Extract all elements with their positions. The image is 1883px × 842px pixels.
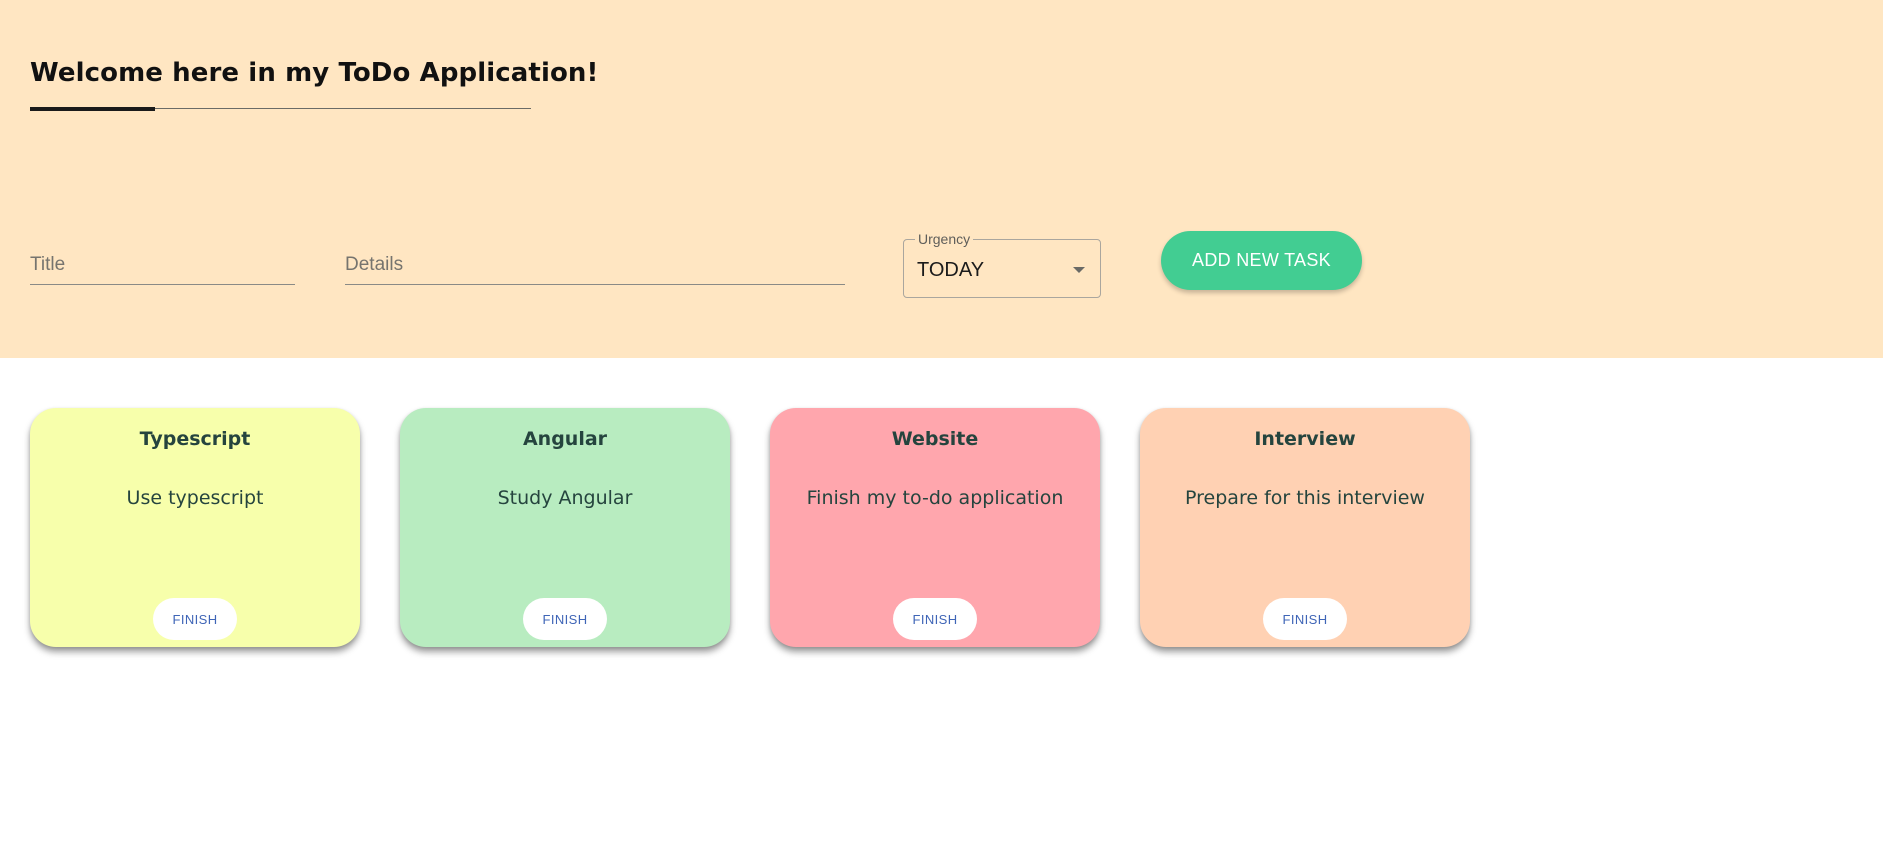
dropdown-arrow-icon xyxy=(1073,267,1085,273)
finish-button[interactable]: FINISH xyxy=(523,598,607,640)
task-card-angular: Angular Study Angular FINISH xyxy=(400,408,730,647)
task-card-website: Website Finish my to-do application FINI… xyxy=(770,408,1100,647)
task-card-details: Use typescript xyxy=(126,487,264,509)
task-card-details: Finish my to-do application xyxy=(806,487,1064,509)
finish-button[interactable]: FINISH xyxy=(893,598,977,640)
task-card-typescript: Typescript Use typescript FINISH xyxy=(30,408,360,647)
task-card-title: Typescript xyxy=(139,428,251,450)
page-title: Welcome here in my ToDo Application! xyxy=(30,58,599,88)
title-field xyxy=(30,250,295,285)
details-field xyxy=(345,250,845,285)
task-card-title: Angular xyxy=(522,428,608,450)
details-input[interactable] xyxy=(345,250,845,280)
task-card-title: Interview xyxy=(1254,428,1356,450)
urgency-value: TODAY xyxy=(917,259,985,281)
urgency-select[interactable]: Urgency TODAY xyxy=(903,231,1101,298)
task-card-details: Prepare for this interview xyxy=(1185,487,1425,509)
task-card-interview: Interview Prepare for this interview FIN… xyxy=(1140,408,1470,647)
task-card-details: Study Angular xyxy=(497,487,633,509)
urgency-label: Urgency xyxy=(915,231,974,247)
finish-button[interactable]: FINISH xyxy=(1263,598,1347,640)
title-underline-accent xyxy=(30,107,155,111)
add-new-task-button[interactable]: ADD NEW TASK xyxy=(1161,231,1362,290)
task-list: Typescript Use typescript FINISH Angular… xyxy=(0,358,1883,842)
title-input[interactable] xyxy=(30,250,295,280)
header-section: Welcome here in my ToDo Application! Urg… xyxy=(0,0,1883,358)
finish-button[interactable]: FINISH xyxy=(153,598,237,640)
task-card-title: Website xyxy=(891,428,979,450)
